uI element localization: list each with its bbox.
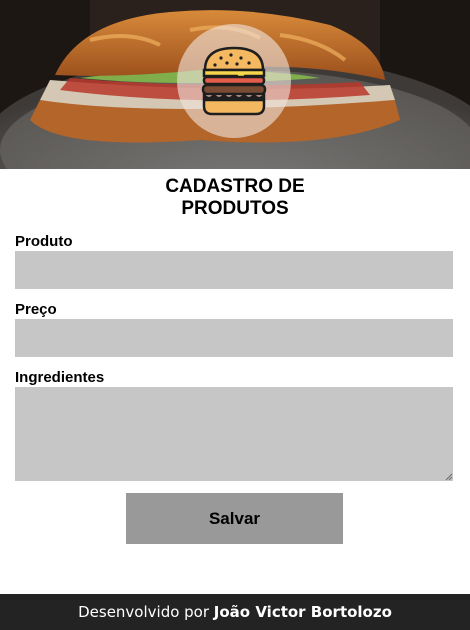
preco-input[interactable]	[15, 319, 453, 357]
resize-handle-icon[interactable]	[445, 473, 453, 481]
burger-icon	[201, 46, 267, 116]
ingredientes-label: Ingredientes	[15, 369, 105, 386]
ingredientes-textarea[interactable]	[15, 387, 453, 481]
preco-label: Preço	[15, 301, 57, 318]
footer: Desenvolvido por João Victor Bortolozo	[0, 594, 470, 630]
page-title-line1: CADASTRO DE	[165, 176, 305, 197]
page-title: CADASTRO DE PRODUTOS	[0, 176, 470, 220]
produto-input[interactable]	[15, 251, 453, 289]
footer-prefix: Desenvolvido por	[78, 603, 214, 621]
hero-banner	[0, 0, 470, 169]
logo-badge	[177, 24, 291, 138]
footer-author: João Victor Bortolozo	[213, 603, 392, 621]
produto-label: Produto	[15, 233, 73, 250]
page-title-line2: PRODUTOS	[181, 198, 289, 219]
save-button[interactable]: Salvar	[126, 493, 343, 544]
page: CADASTRO DE PRODUTOS Produto Preço Ingre…	[0, 0, 470, 630]
